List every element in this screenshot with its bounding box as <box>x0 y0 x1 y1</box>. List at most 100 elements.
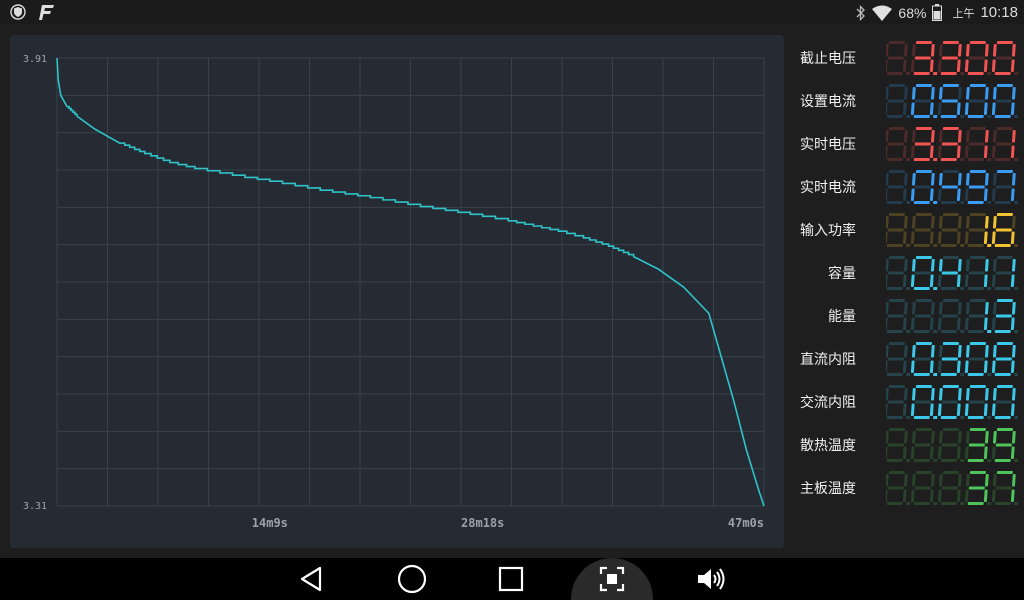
reading-row: 能量1.3 <box>786 294 1024 337</box>
digit-segment <box>957 216 962 229</box>
seven-segment-display <box>886 41 1018 75</box>
reading-label: 容量 <box>828 266 856 282</box>
digit-segment <box>929 489 934 502</box>
digit-segment <box>967 287 984 290</box>
digit <box>964 385 992 419</box>
x-tick-label: 14m9s <box>252 516 288 530</box>
digit-segment <box>913 72 930 75</box>
digit-segment <box>995 185 1012 189</box>
decimal-point <box>1014 287 1018 290</box>
digit-segment <box>940 459 957 462</box>
volume-button[interactable] <box>680 558 740 600</box>
digit-segment <box>956 231 961 244</box>
reading-label: 主板温度 <box>800 481 856 497</box>
digit-segment <box>1011 431 1016 444</box>
digit-segment <box>956 403 961 416</box>
digit-segment <box>886 345 889 358</box>
digit-segment <box>942 342 959 345</box>
decimal-point <box>987 416 992 419</box>
digit-segment <box>937 231 942 244</box>
digit-segment <box>991 446 996 459</box>
digit-segment <box>903 431 908 444</box>
decimal-point <box>906 158 911 161</box>
seven-segment-display <box>886 299 1018 333</box>
digit-segment <box>992 302 997 315</box>
reading-label: 设置电流 <box>800 94 856 110</box>
digit-segment <box>967 115 984 118</box>
digit-segment <box>995 314 1012 318</box>
digit <box>910 84 938 118</box>
digit-segment <box>930 173 935 186</box>
digit-segment <box>965 388 970 401</box>
digit-segment <box>914 228 931 232</box>
digit-segment <box>911 345 916 358</box>
bluetooth-icon <box>856 4 866 21</box>
reading-label: 直流内阻 <box>800 352 856 368</box>
decimal-point <box>960 158 965 161</box>
digit-segment <box>913 244 930 247</box>
digit <box>886 213 911 247</box>
digit-segment <box>995 357 1012 361</box>
decimal-point <box>906 330 911 333</box>
digit <box>991 299 1018 333</box>
digit-segment <box>992 44 997 57</box>
digit-segment <box>994 416 1011 419</box>
digit-segment <box>886 173 889 186</box>
home-button[interactable] <box>382 558 442 600</box>
digit-segment <box>992 259 997 272</box>
digit-segment <box>1010 360 1015 373</box>
digit-segment <box>910 274 915 287</box>
digit-segment <box>996 428 1013 431</box>
digit-segment <box>886 216 889 229</box>
digit-segment <box>968 185 985 189</box>
digit-segment <box>888 213 905 216</box>
digit-segment <box>937 403 942 416</box>
digit-segment <box>964 231 969 244</box>
digit <box>886 41 911 75</box>
digit-segment <box>940 115 957 118</box>
y-max-label: 3.91 <box>23 54 47 65</box>
digit-segment <box>965 87 970 100</box>
screenshot-button[interactable] <box>582 558 642 600</box>
decimal-point <box>1014 201 1018 204</box>
digit-segment <box>911 388 916 401</box>
digit-segment <box>965 345 970 358</box>
digit-segment <box>983 446 988 459</box>
recents-button[interactable] <box>481 558 541 600</box>
digit-segment <box>968 56 985 60</box>
digit-segment <box>996 170 1013 173</box>
digit-segment <box>983 403 988 416</box>
decimal-point <box>933 72 938 75</box>
digit <box>991 127 1018 161</box>
digit <box>991 428 1018 462</box>
digit-segment <box>930 130 935 143</box>
status-left <box>10 3 56 21</box>
digit-segment <box>910 188 915 201</box>
decimal-point <box>933 244 938 247</box>
digit-segment <box>996 213 1013 216</box>
digit-segment <box>915 256 932 259</box>
y-min-label: 3.31 <box>23 501 47 512</box>
digit-segment <box>983 274 988 287</box>
back-button[interactable] <box>282 558 342 600</box>
digit-segment <box>911 259 916 272</box>
digit-segment <box>930 431 935 444</box>
digit-segment <box>940 373 957 376</box>
digit-segment <box>996 385 1013 388</box>
digit-segment <box>969 170 986 173</box>
digit <box>991 170 1018 204</box>
digit-segment <box>968 486 985 490</box>
digit-segment <box>930 302 935 315</box>
digit-segment <box>967 416 984 419</box>
chart-svg: 3.91 3.31 14m9s 28m18s 47m0s <box>23 54 765 530</box>
digit-segment <box>968 443 985 447</box>
digit-segment <box>910 317 915 330</box>
digit-segment <box>994 330 1011 333</box>
digit <box>964 342 992 376</box>
digit-segment <box>957 302 962 315</box>
digit-segment <box>914 185 931 189</box>
reading-row: 实时电压3.311 <box>786 122 1024 165</box>
digit-segment <box>887 486 904 490</box>
digit-segment <box>938 474 943 487</box>
digit-segment <box>914 314 931 318</box>
